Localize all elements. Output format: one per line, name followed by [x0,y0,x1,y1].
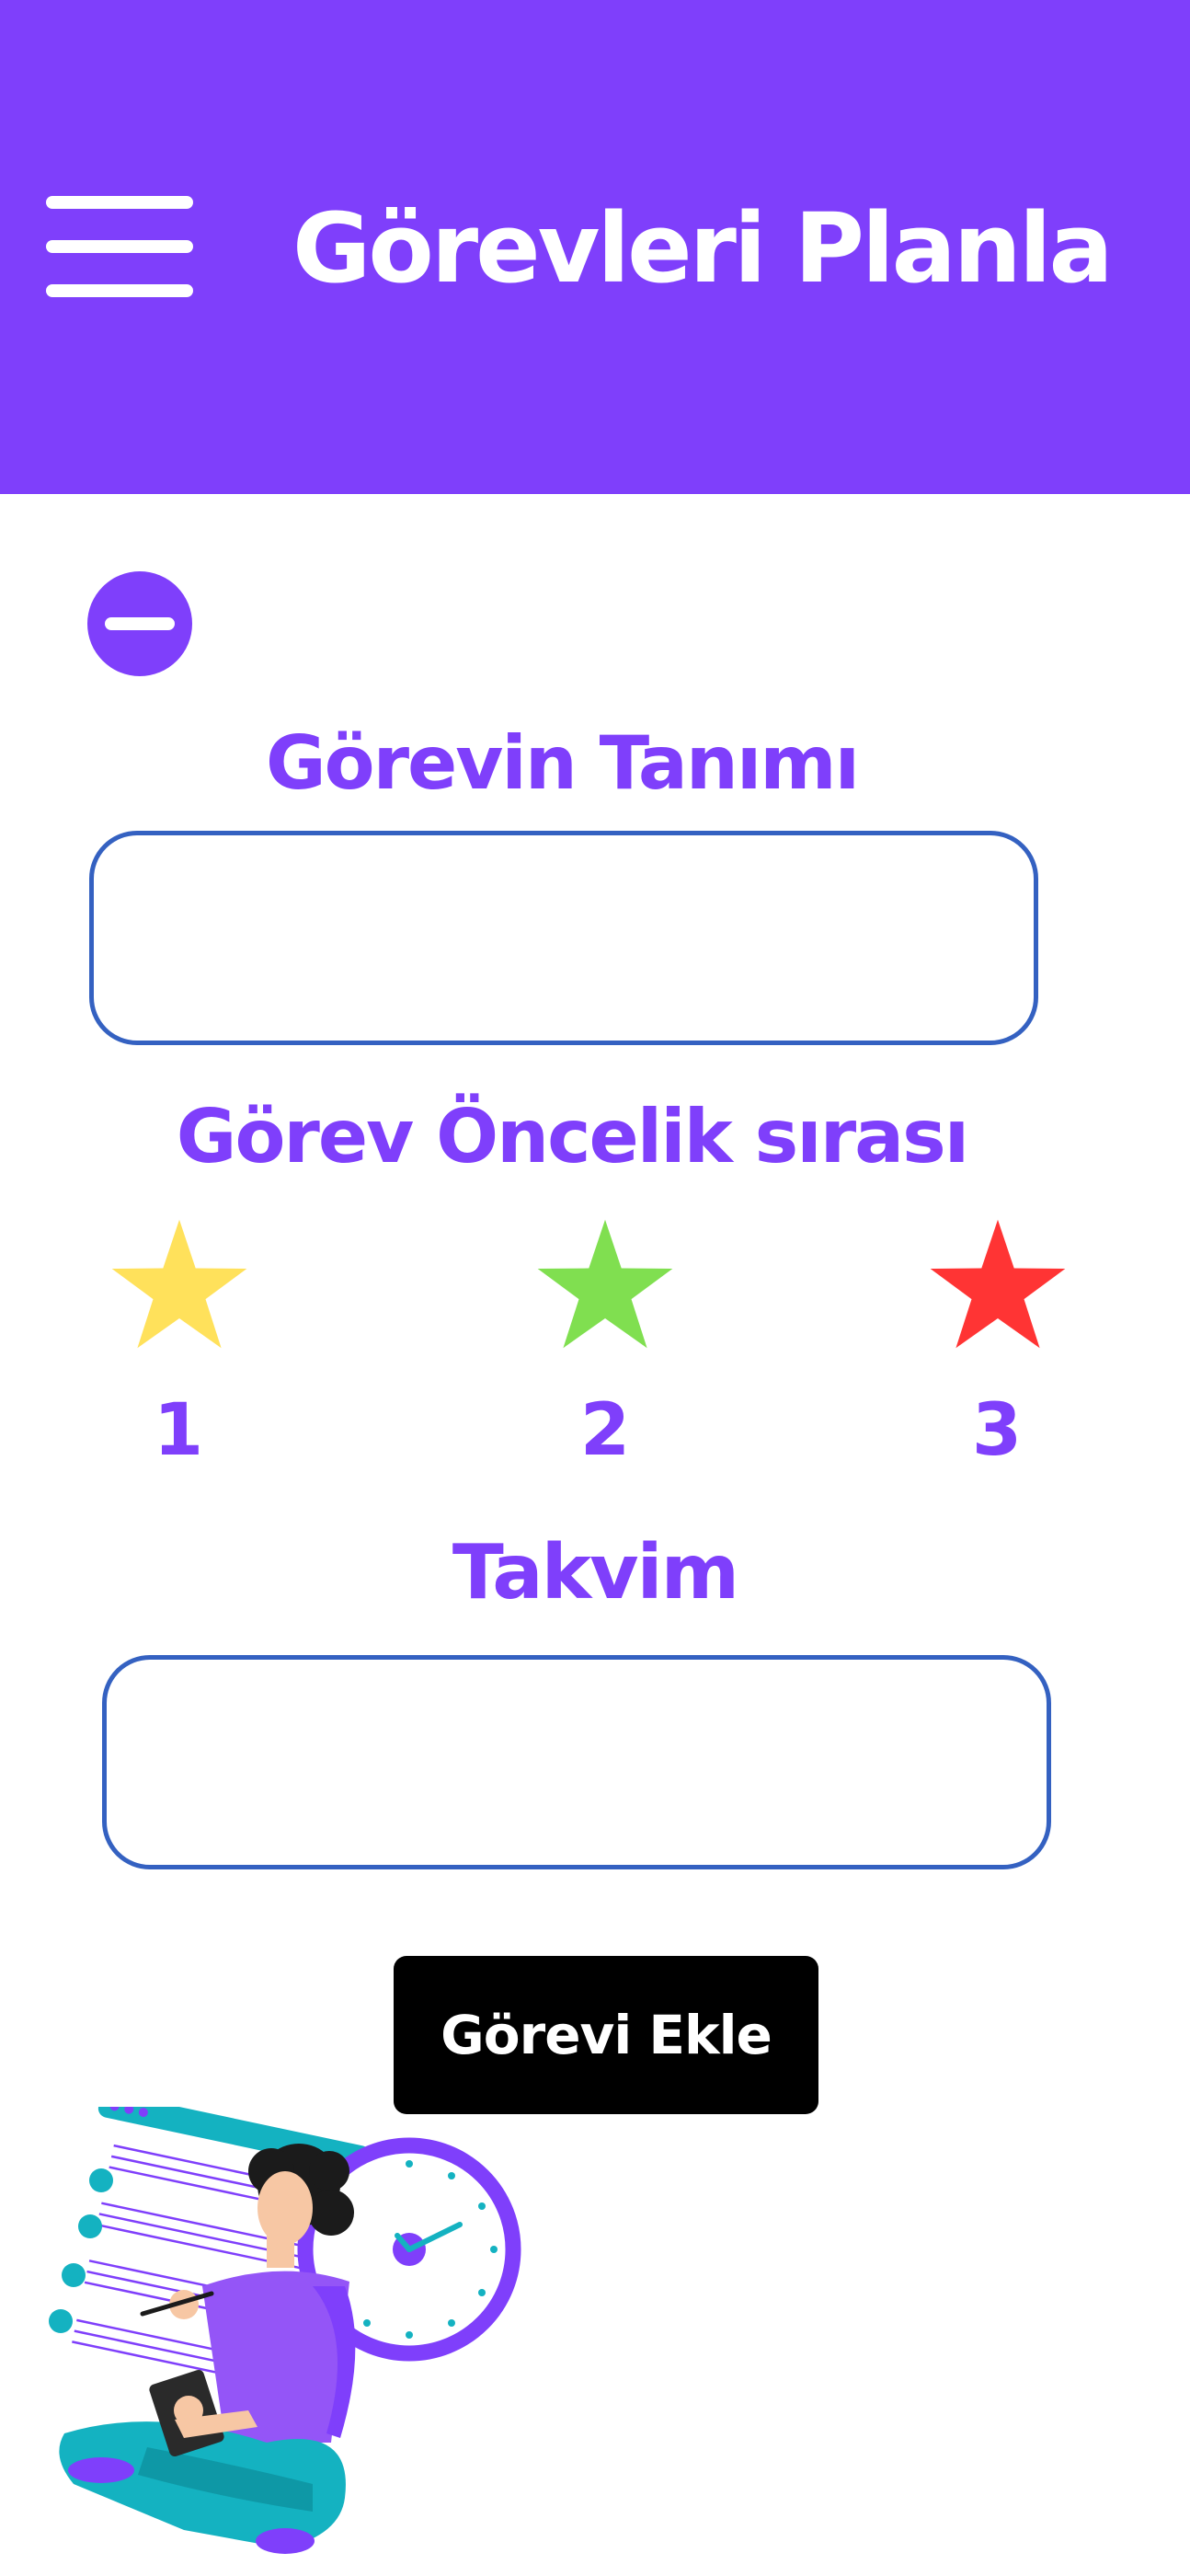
star-icon [111,1219,247,1349]
menu-bar-bottom [46,284,193,297]
star-icon [537,1219,673,1349]
hamburger-menu-icon[interactable] [46,196,193,297]
priority-2-star-icon[interactable] [536,1218,674,1352]
calendar-input[interactable] [102,1655,1051,1869]
priority-3-label: 3 [971,1389,1023,1472]
priority-3-star-icon[interactable] [929,1218,1067,1352]
minus-circle-icon[interactable] [87,571,192,676]
task-description-label: Görevin Tanımı [265,720,860,806]
task-description-input[interactable] [89,831,1038,1045]
menu-bar-middle [46,240,193,253]
page-title: Görevleri Planla [292,192,1114,305]
menu-bar-top [46,196,193,209]
priority-label: Görev Öncelik sırası [176,1094,969,1179]
star-icon [930,1219,1066,1349]
calendar-label: Takvim [452,1529,739,1616]
priority-2-label: 2 [579,1389,631,1472]
person-with-clock-and-checklist-illustration [37,2091,533,2567]
app-header: Görevleri Planla [0,0,1190,494]
priority-1-star-icon[interactable] [110,1218,248,1352]
add-task-button[interactable]: Görevi Ekle [394,1956,818,2114]
priority-1-label: 1 [153,1389,204,1472]
